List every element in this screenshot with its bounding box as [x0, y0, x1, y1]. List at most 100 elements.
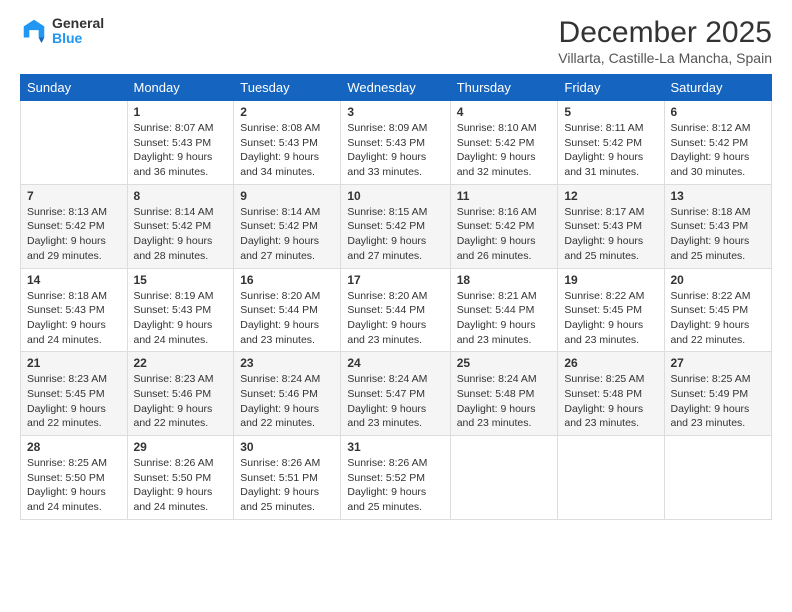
day-number-w3-d1: 14: [27, 273, 121, 287]
day-detail-w3-d3: Sunrise: 8:20 AM Sunset: 5:44 PM Dayligh…: [240, 289, 334, 348]
day-detail-w2-d4: Sunrise: 8:15 AM Sunset: 5:42 PM Dayligh…: [347, 205, 443, 264]
day-detail-w2-d1: Sunrise: 8:13 AM Sunset: 5:42 PM Dayligh…: [27, 205, 121, 264]
logo-icon: [20, 17, 48, 45]
day-number-w3-d3: 16: [240, 273, 334, 287]
day-detail-w3-d5: Sunrise: 8:21 AM Sunset: 5:44 PM Dayligh…: [457, 289, 552, 348]
day-detail-w4-d4: Sunrise: 8:24 AM Sunset: 5:47 PM Dayligh…: [347, 372, 443, 431]
day-detail-w2-d3: Sunrise: 8:14 AM Sunset: 5:42 PM Dayligh…: [240, 205, 334, 264]
calendar-title: December 2025: [558, 16, 772, 50]
day-detail-w5-d1: Sunrise: 8:25 AM Sunset: 5:50 PM Dayligh…: [27, 456, 121, 515]
calendar-cell-w2-d1: 7Sunrise: 8:13 AM Sunset: 5:42 PM Daylig…: [21, 184, 128, 268]
day-detail-w4-d6: Sunrise: 8:25 AM Sunset: 5:48 PM Dayligh…: [564, 372, 657, 431]
logo: General Blue: [20, 16, 104, 47]
calendar-cell-w4-d5: 25 Sunrise: 8:24 AM Sunset: 5:48 PM Dayli…: [450, 352, 558, 436]
day-detail-w2-d2: Sunrise: 8:14 AM Sunset: 5:42 PM Dayligh…: [134, 205, 228, 264]
day-number-w5-d2: 29: [134, 440, 228, 454]
calendar-cell-w1-d1: [21, 101, 128, 185]
day-number-w3-d7: 20: [671, 273, 766, 287]
calendar-subtitle: Villarta, Castille-La Mancha, Spain: [558, 50, 772, 66]
day-detail-w1-d4: Sunrise: 8:09 AM Sunset: 5:43 PM Dayligh…: [347, 121, 443, 180]
day-detail-w2-d5: Sunrise: 8:16 AM Sunset: 5:42 PM Dayligh…: [457, 205, 552, 264]
day-detail-w4-d3: Sunrise: 8:24 AM Sunset: 5:46 PM Dayligh…: [240, 372, 334, 431]
calendar-cell-w4-d1: 21 Sunrise: 8:23 AM Sunset: 5:45 PM Dayli…: [21, 352, 128, 436]
calendar-cell-w1-d6: 5 Sunrise: 8:11 AM Sunset: 5:42 PM Daylig…: [558, 101, 664, 185]
day-number-w3-d6: 19: [564, 273, 657, 287]
header-thursday: Thursday: [450, 75, 558, 101]
day-detail-w1-d7: Sunrise: 8:12 AM Sunset: 5:42 PM Dayligh…: [671, 121, 766, 180]
day-detail-w1-d5: Sunrise: 8:10 AM Sunset: 5:42 PM Dayligh…: [457, 121, 552, 180]
week-row-1: 1Sunrise: 8:07 AM Sunset: 5:43 PM Daylig…: [21, 101, 772, 185]
title-block: December 2025 Villarta, Castille-La Manc…: [558, 16, 772, 66]
logo-blue-text: Blue: [52, 31, 104, 46]
day-detail-w3-d4: Sunrise: 8:20 AM Sunset: 5:44 PM Dayligh…: [347, 289, 443, 348]
calendar-cell-w2-d4: 10 Sunrise: 8:15 AM Sunset: 5:42 PM Dayli…: [341, 184, 450, 268]
day-number-w1-d7: 6: [671, 105, 766, 119]
week-row-3: 14Sunrise: 8:18 AM Sunset: 5:43 PM Dayli…: [21, 268, 772, 352]
calendar-cell-w3-d5: 18 Sunrise: 8:21 AM Sunset: 5:44 PM Dayli…: [450, 268, 558, 352]
calendar-cell-w2-d7: 13Sunrise: 8:18 AM Sunset: 5:43 PM Dayli…: [664, 184, 772, 268]
day-number-w1-d4: 3: [347, 105, 443, 119]
day-number-w4-d5: 25: [457, 356, 552, 370]
header-monday: Monday: [127, 75, 234, 101]
day-number-w1-d6: 5: [564, 105, 657, 119]
calendar-cell-w5-d1: 28 Sunrise: 8:25 AM Sunset: 5:50 PM Dayli…: [21, 436, 128, 520]
calendar-table: Sunday Monday Tuesday Wednesday Thursday…: [20, 74, 772, 520]
logo-text: General Blue: [52, 16, 104, 47]
header-tuesday: Tuesday: [234, 75, 341, 101]
day-detail-w5-d2: Sunrise: 8:26 AM Sunset: 5:50 PM Dayligh…: [134, 456, 228, 515]
calendar-cell-w2-d6: 12Sunrise: 8:17 AM Sunset: 5:43 PM Dayli…: [558, 184, 664, 268]
day-detail-w4-d7: Sunrise: 8:25 AM Sunset: 5:49 PM Dayligh…: [671, 372, 766, 431]
day-detail-w3-d7: Sunrise: 8:22 AM Sunset: 5:45 PM Dayligh…: [671, 289, 766, 348]
calendar-cell-w3-d1: 14Sunrise: 8:18 AM Sunset: 5:43 PM Dayli…: [21, 268, 128, 352]
day-number-w4-d6: 26: [564, 356, 657, 370]
day-detail-w4-d5: Sunrise: 8:24 AM Sunset: 5:48 PM Dayligh…: [457, 372, 552, 431]
calendar-cell-w4-d3: 23 Sunrise: 8:24 AM Sunset: 5:46 PM Dayli…: [234, 352, 341, 436]
day-detail-w3-d2: Sunrise: 8:19 AM Sunset: 5:43 PM Dayligh…: [134, 289, 228, 348]
day-number-w5-d1: 28: [27, 440, 121, 454]
day-detail-w5-d4: Sunrise: 8:26 AM Sunset: 5:52 PM Dayligh…: [347, 456, 443, 515]
day-number-w3-d5: 18: [457, 273, 552, 287]
day-number-w4-d2: 22: [134, 356, 228, 370]
day-number-w3-d4: 17: [347, 273, 443, 287]
calendar-cell-w1-d2: 1Sunrise: 8:07 AM Sunset: 5:43 PM Daylig…: [127, 101, 234, 185]
day-number-w4-d1: 21: [27, 356, 121, 370]
day-number-w4-d4: 24: [347, 356, 443, 370]
day-detail-w4-d2: Sunrise: 8:23 AM Sunset: 5:46 PM Dayligh…: [134, 372, 228, 431]
calendar-cell-w2-d3: 9Sunrise: 8:14 AM Sunset: 5:42 PM Daylig…: [234, 184, 341, 268]
calendar-cell-w4-d7: 27 Sunrise: 8:25 AM Sunset: 5:49 PM Dayli…: [664, 352, 772, 436]
calendar-cell-w1-d3: 2Sunrise: 8:08 AM Sunset: 5:43 PM Daylig…: [234, 101, 341, 185]
day-detail-w1-d2: Sunrise: 8:07 AM Sunset: 5:43 PM Dayligh…: [134, 121, 228, 180]
day-number-w1-d3: 2: [240, 105, 334, 119]
calendar-cell-w1-d4: 3 Sunrise: 8:09 AM Sunset: 5:43 PM Daylig…: [341, 101, 450, 185]
day-number-w4-d7: 27: [671, 356, 766, 370]
week-row-2: 7Sunrise: 8:13 AM Sunset: 5:42 PM Daylig…: [21, 184, 772, 268]
calendar-cell-w2-d2: 8 Sunrise: 8:14 AM Sunset: 5:42 PM Daylig…: [127, 184, 234, 268]
day-detail-w4-d1: Sunrise: 8:23 AM Sunset: 5:45 PM Dayligh…: [27, 372, 121, 431]
calendar-cell-w3-d4: 17 Sunrise: 8:20 AM Sunset: 5:44 PM Dayli…: [341, 268, 450, 352]
day-number-w3-d2: 15: [134, 273, 228, 287]
logo-general-text: General: [52, 16, 104, 31]
day-number-w5-d4: 31: [347, 440, 443, 454]
calendar-cell-w3-d6: 19Sunrise: 8:22 AM Sunset: 5:45 PM Dayli…: [558, 268, 664, 352]
header-friday: Friday: [558, 75, 664, 101]
week-row-5: 28 Sunrise: 8:25 AM Sunset: 5:50 PM Dayli…: [21, 436, 772, 520]
calendar-cell-w1-d7: 6 Sunrise: 8:12 AM Sunset: 5:42 PM Daylig…: [664, 101, 772, 185]
day-number-w2-d5: 11: [457, 189, 552, 203]
calendar-cell-w5-d6: [558, 436, 664, 520]
page: General Blue December 2025 Villarta, Cas…: [0, 0, 792, 612]
day-detail-w1-d6: Sunrise: 8:11 AM Sunset: 5:42 PM Dayligh…: [564, 121, 657, 180]
day-number-w2-d2: 8: [134, 189, 228, 203]
day-number-w1-d5: 4: [457, 105, 552, 119]
calendar-cell-w5-d2: 29 Sunrise: 8:26 AM Sunset: 5:50 PM Dayli…: [127, 436, 234, 520]
header-sunday: Sunday: [21, 75, 128, 101]
calendar-cell-w5-d5: [450, 436, 558, 520]
calendar-cell-w5-d7: [664, 436, 772, 520]
calendar-cell-w1-d5: 4 Sunrise: 8:10 AM Sunset: 5:42 PM Daylig…: [450, 101, 558, 185]
day-number-w4-d3: 23: [240, 356, 334, 370]
header-row: Sunday Monday Tuesday Wednesday Thursday…: [21, 75, 772, 101]
calendar-cell-w2-d5: 11 Sunrise: 8:16 AM Sunset: 5:42 PM Dayli…: [450, 184, 558, 268]
day-detail-w5-d3: Sunrise: 8:26 AM Sunset: 5:51 PM Dayligh…: [240, 456, 334, 515]
header-wednesday: Wednesday: [341, 75, 450, 101]
day-number-w2-d4: 10: [347, 189, 443, 203]
calendar-cell-w3-d3: 16 Sunrise: 8:20 AM Sunset: 5:44 PM Dayli…: [234, 268, 341, 352]
